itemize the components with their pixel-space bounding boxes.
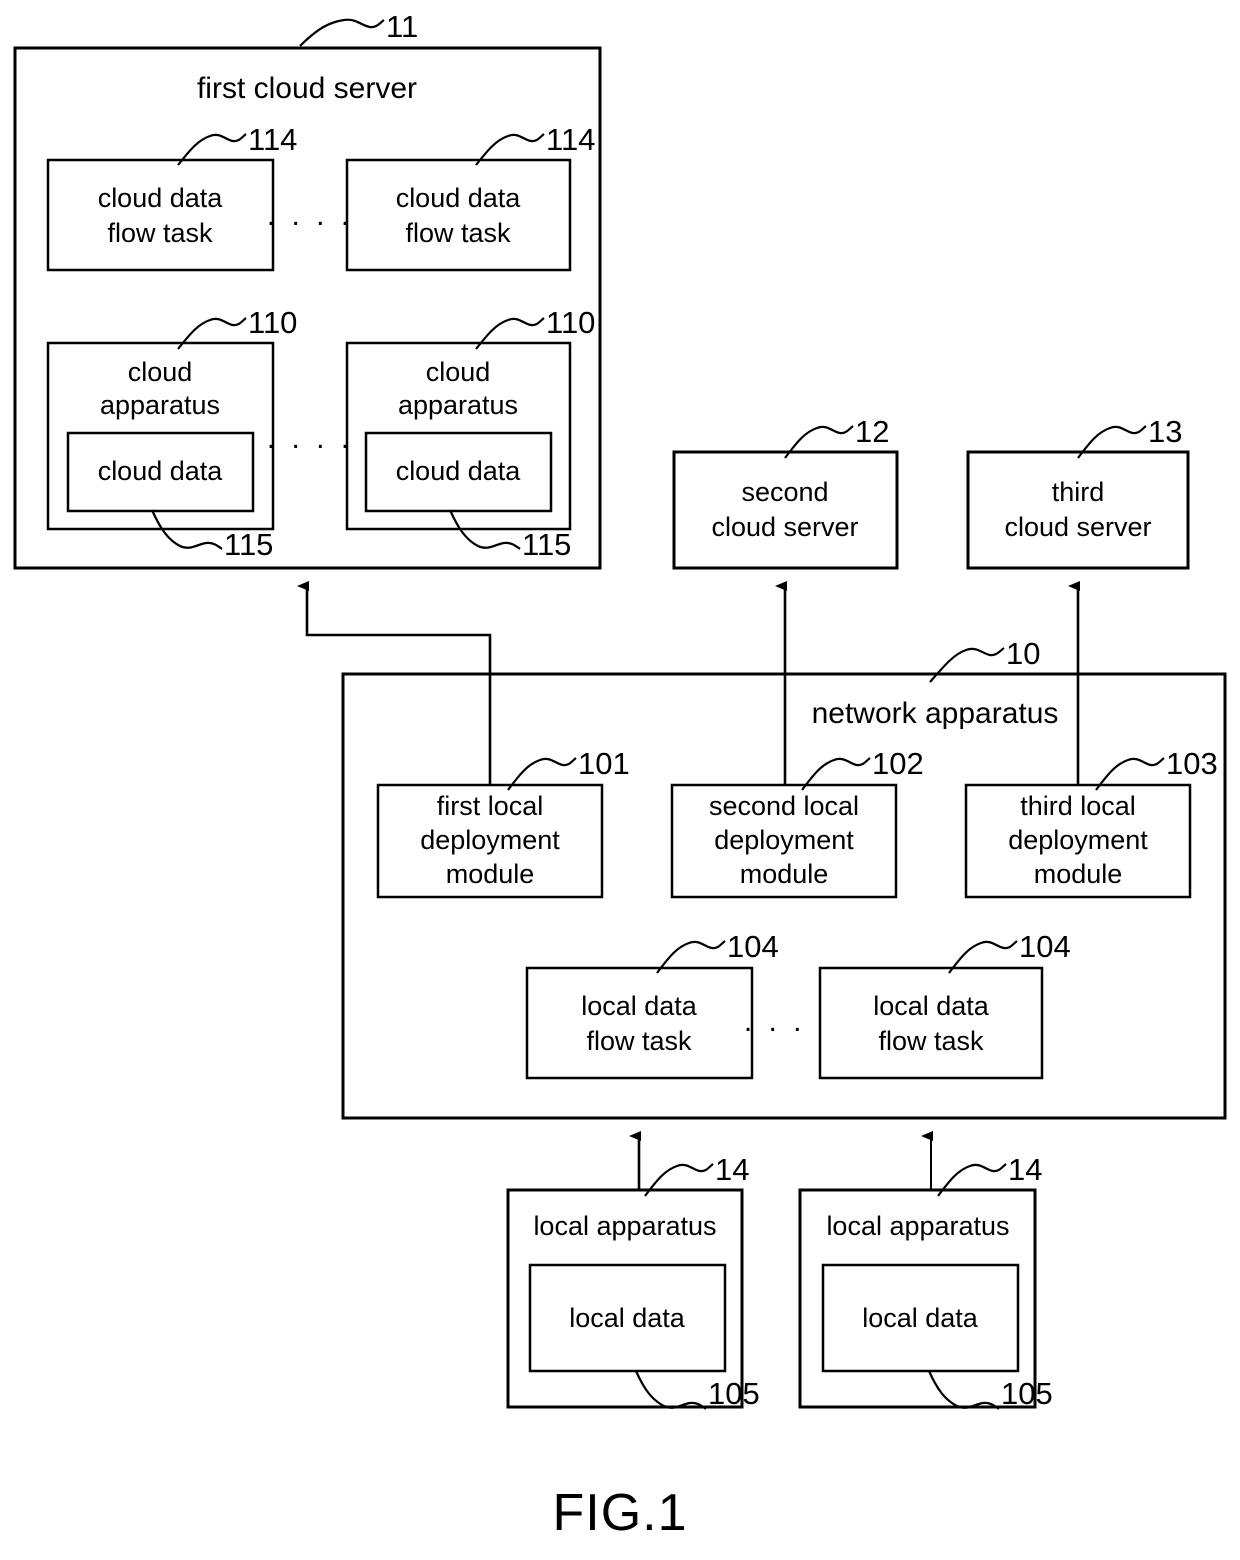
second-cloud-server-line2: cloud server bbox=[711, 512, 858, 542]
ref-number-110-a: 110 bbox=[248, 305, 297, 340]
ref-number-11: 11 bbox=[386, 9, 418, 44]
patent-figure: first cloud server 11 cloud data flow ta… bbox=[0, 0, 1240, 1555]
cloud-apparatus-2-line2: apparatus bbox=[398, 390, 518, 420]
second-cloud-server-box[interactable] bbox=[672, 450, 899, 570]
ref-number-13: 13 bbox=[1148, 414, 1182, 449]
ref-number-114-a: 114 bbox=[248, 122, 297, 157]
cloud-apparatus-2-block[interactable]: cloud apparatus 110 cloud data 115 bbox=[345, 305, 595, 562]
ref-number-101: 101 bbox=[578, 746, 630, 781]
third-cloud-server-line2: cloud server bbox=[1004, 512, 1151, 542]
local-data-flow-task-2-line1: local data bbox=[873, 991, 990, 1021]
third-local-deployment-module-line3: module bbox=[1034, 859, 1123, 889]
lead-line-11 bbox=[299, 18, 385, 47]
local-apparatus-1-label: local apparatus bbox=[533, 1211, 716, 1241]
local-data-flow-task-2-line2: flow task bbox=[878, 1026, 984, 1056]
cloud-apparatus-ellipsis: . . . . bbox=[267, 422, 353, 455]
local-data-flow-task-1-box[interactable] bbox=[525, 966, 754, 1080]
cloud-apparatus-1-line1: cloud bbox=[128, 357, 193, 387]
cloud-apparatus-1-line2: apparatus bbox=[100, 390, 220, 420]
ref-number-14-a: 14 bbox=[715, 1152, 749, 1187]
second-local-deployment-module-line2: deployment bbox=[714, 825, 854, 855]
network-apparatus-label: network apparatus bbox=[812, 697, 1059, 730]
local-apparatus-2-label: local apparatus bbox=[826, 1211, 1009, 1241]
cloud-data-flow-task-1-line1: cloud data bbox=[98, 183, 224, 213]
ref-number-12: 12 bbox=[855, 414, 889, 449]
cloud-task-ellipsis: . . . . bbox=[267, 199, 353, 232]
cloud-apparatus-1-block[interactable]: cloud apparatus 110 cloud data 115 bbox=[46, 305, 297, 562]
ref-number-103: 103 bbox=[1166, 746, 1218, 781]
local-data-flow-task-1-line2: flow task bbox=[586, 1026, 692, 1056]
ref-number-102: 102 bbox=[872, 746, 924, 781]
ref-number-104-a: 104 bbox=[727, 929, 779, 964]
ref-number-10: 10 bbox=[1006, 636, 1040, 671]
local-data-flow-task-2-box[interactable] bbox=[818, 966, 1044, 1080]
ref-number-115-b: 115 bbox=[522, 527, 571, 562]
first-local-deployment-module-line1: first local bbox=[437, 791, 544, 821]
second-local-deployment-module-line1: second local bbox=[709, 791, 859, 821]
local-data-1-label: local data bbox=[569, 1303, 686, 1333]
ref-number-105-b: 105 bbox=[1001, 1376, 1053, 1411]
third-cloud-server-box[interactable] bbox=[966, 450, 1190, 570]
second-cloud-server-line1: second bbox=[741, 477, 828, 507]
cloud-data-flow-task-2-line1: cloud data bbox=[396, 183, 522, 213]
ref-number-104-b: 104 bbox=[1019, 929, 1071, 964]
local-data-flow-task-1-line1: local data bbox=[581, 991, 698, 1021]
cloud-data-flow-task-1-box[interactable] bbox=[46, 158, 275, 272]
first-local-deployment-module-line3: module bbox=[446, 859, 535, 889]
first-local-deployment-module-line2: deployment bbox=[420, 825, 560, 855]
ref-number-115-a: 115 bbox=[224, 527, 273, 562]
local-task-ellipsis: . . . . bbox=[744, 1005, 830, 1038]
figure-caption: FIG.1 bbox=[552, 1484, 687, 1542]
diagram-canvas: first cloud server 11 cloud data flow ta… bbox=[13, 9, 1227, 1542]
third-cloud-server-line1: third bbox=[1052, 477, 1105, 507]
local-apparatus-2-block[interactable]: local apparatus 14 local data 105 bbox=[798, 1152, 1053, 1411]
cloud-data-flow-task-2-box[interactable] bbox=[345, 158, 572, 272]
local-apparatus-1-block[interactable]: local apparatus 14 local data 105 bbox=[506, 1152, 760, 1411]
local-data-2-label: local data bbox=[862, 1303, 979, 1333]
cloud-apparatus-2-line1: cloud bbox=[426, 357, 491, 387]
ref-number-105-a: 105 bbox=[708, 1376, 760, 1411]
cloud-data-flow-task-1-line2: flow task bbox=[107, 218, 213, 248]
cloud-data-flow-task-2-line2: flow task bbox=[405, 218, 511, 248]
third-cloud-server-block[interactable]: third cloud server 13 bbox=[966, 414, 1190, 570]
second-cloud-server-block[interactable]: second cloud server 12 bbox=[672, 414, 899, 570]
ref-number-14-b: 14 bbox=[1008, 1152, 1042, 1187]
third-local-deployment-module-line1: third local bbox=[1020, 791, 1136, 821]
cloud-data-2-label: cloud data bbox=[396, 456, 522, 486]
ref-number-110-b: 110 bbox=[546, 305, 595, 340]
second-local-deployment-module-line3: module bbox=[740, 859, 829, 889]
third-local-deployment-module-line2: deployment bbox=[1008, 825, 1148, 855]
ref-number-114-b: 114 bbox=[546, 122, 595, 157]
first-cloud-server-label: first cloud server bbox=[197, 72, 417, 105]
cloud-data-1-label: cloud data bbox=[98, 456, 224, 486]
